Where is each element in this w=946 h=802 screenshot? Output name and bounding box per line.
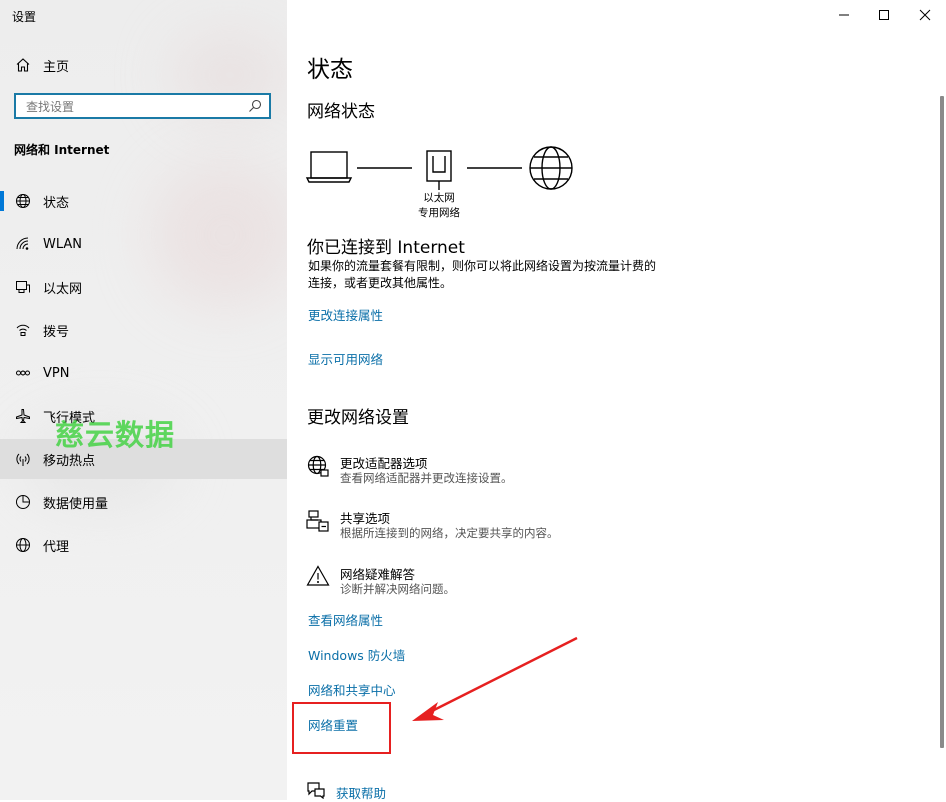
sidebar-item-proxy[interactable]: 代理 xyxy=(0,525,287,565)
sidebar-item-status[interactable]: 状态 xyxy=(0,181,287,221)
diagram-label: 以太网 专用网络 xyxy=(418,192,460,219)
view-network-properties-link[interactable]: 查看网络属性 xyxy=(308,610,383,629)
maximize-icon xyxy=(879,10,889,20)
sidebar-item-home[interactable]: 主页 xyxy=(0,45,287,85)
airplane-icon xyxy=(14,407,32,425)
sidebar-item-ethernet[interactable]: 以太网 xyxy=(0,267,287,307)
sidebar-item-label: 数据使用量 xyxy=(43,496,109,512)
sharing-icon[interactable] xyxy=(306,509,330,533)
get-help-link[interactable]: 获取帮助 xyxy=(336,783,386,802)
sidebar: 设置 主页 网络和 Internet 状态 xyxy=(0,0,287,800)
minimize-button[interactable] xyxy=(833,4,855,26)
window-title: 设置 xyxy=(12,10,37,24)
section-heading: 网络和 Internet xyxy=(14,143,110,157)
sidebar-item-label: WLAN xyxy=(43,236,83,252)
windows-firewall-link[interactable]: Windows 防火墙 xyxy=(308,645,405,664)
scrollbar[interactable] xyxy=(940,96,944,748)
sharing-options-desc: 根据所连接到的网络，决定要共享的内容。 xyxy=(340,526,559,540)
sidebar-item-label: 以太网 xyxy=(43,281,83,297)
laptop-icon xyxy=(305,151,353,183)
ethernet-icon xyxy=(14,278,32,296)
maximize-button[interactable] xyxy=(873,4,895,26)
change-network-settings-heading: 更改网络设置 xyxy=(307,408,409,428)
troubleshoot-desc: 诊断并解决网络问题。 xyxy=(340,582,455,596)
sidebar-item-label: 拨号 xyxy=(43,324,70,340)
adapter-globe-icon[interactable] xyxy=(306,454,330,478)
sidebar-item-label: VPN xyxy=(43,365,70,381)
data-usage-icon xyxy=(14,493,32,511)
adapter-options-desc: 查看网络适配器并更改连接设置。 xyxy=(340,471,513,485)
help-chat-icon[interactable] xyxy=(306,781,326,799)
sidebar-item-vpn[interactable]: VPN xyxy=(0,353,287,393)
network-sharing-center-link[interactable]: 网络和共享中心 xyxy=(308,680,396,699)
close-icon xyxy=(919,9,931,21)
home-icon xyxy=(14,56,32,74)
vpn-icon xyxy=(14,364,32,382)
internet-globe-icon xyxy=(529,146,573,190)
hotspot-icon xyxy=(14,450,32,468)
show-available-networks-link[interactable]: 显示可用网络 xyxy=(308,349,383,368)
sidebar-item-label: 代理 xyxy=(43,539,70,555)
sidebar-item-dialup[interactable]: 拨号 xyxy=(0,310,287,350)
dialup-icon xyxy=(14,321,32,339)
sidebar-item-label: 主页 xyxy=(43,59,70,75)
sidebar-item-label: 状态 xyxy=(43,195,70,211)
wifi-icon xyxy=(14,235,32,253)
page-title: 状态 xyxy=(307,57,353,83)
minimize-icon xyxy=(839,14,849,16)
warning-icon[interactable] xyxy=(306,564,330,588)
close-button[interactable] xyxy=(914,4,936,26)
connected-heading: 你已连接到 Internet xyxy=(307,238,465,258)
search-box[interactable] xyxy=(14,93,271,119)
sidebar-item-wlan[interactable]: WLAN xyxy=(0,224,287,264)
search-icon[interactable] xyxy=(247,98,263,114)
search-input[interactable] xyxy=(24,97,248,117)
change-connection-properties-link[interactable]: 更改连接属性 xyxy=(308,305,383,324)
ethernet-port-icon xyxy=(426,150,452,190)
proxy-globe-icon xyxy=(14,536,32,554)
annotation-highlight-box xyxy=(292,702,391,754)
sidebar-item-data-usage[interactable]: 数据使用量 xyxy=(0,482,287,522)
annotation-arrow-icon xyxy=(412,636,578,721)
network-status-heading: 网络状态 xyxy=(307,102,375,122)
watermark: 慈云数据 xyxy=(55,418,176,452)
globe-status-icon xyxy=(14,192,32,210)
connected-description: 如果你的流量套餐有限制，则你可以将此网络设置为按流量计费的 连接，或者更改其他属… xyxy=(308,259,657,290)
